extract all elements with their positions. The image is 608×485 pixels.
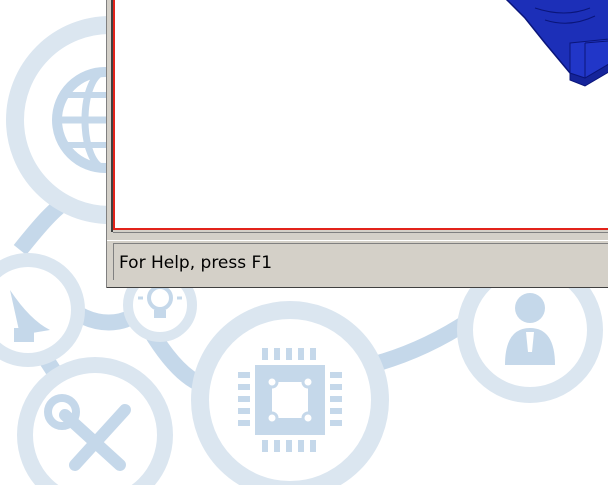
- tools-icon: [17, 357, 173, 485]
- 3d-view-canvas[interactable]: [113, 0, 608, 230]
- status-help-text: For Help, press F1: [119, 253, 273, 273]
- desktop-background: For Help, press F1: [0, 0, 608, 485]
- window-separator: [113, 232, 608, 238]
- window-bottom-edge: [107, 280, 608, 288]
- 3d-model: [505, 0, 608, 87]
- application-window: For Help, press F1: [106, 0, 608, 288]
- satellite-dish-icon: [0, 253, 85, 367]
- cpu-chip-icon: [191, 301, 389, 485]
- status-pane: For Help, press F1: [113, 243, 608, 283]
- status-bar: For Help, press F1: [107, 240, 608, 283]
